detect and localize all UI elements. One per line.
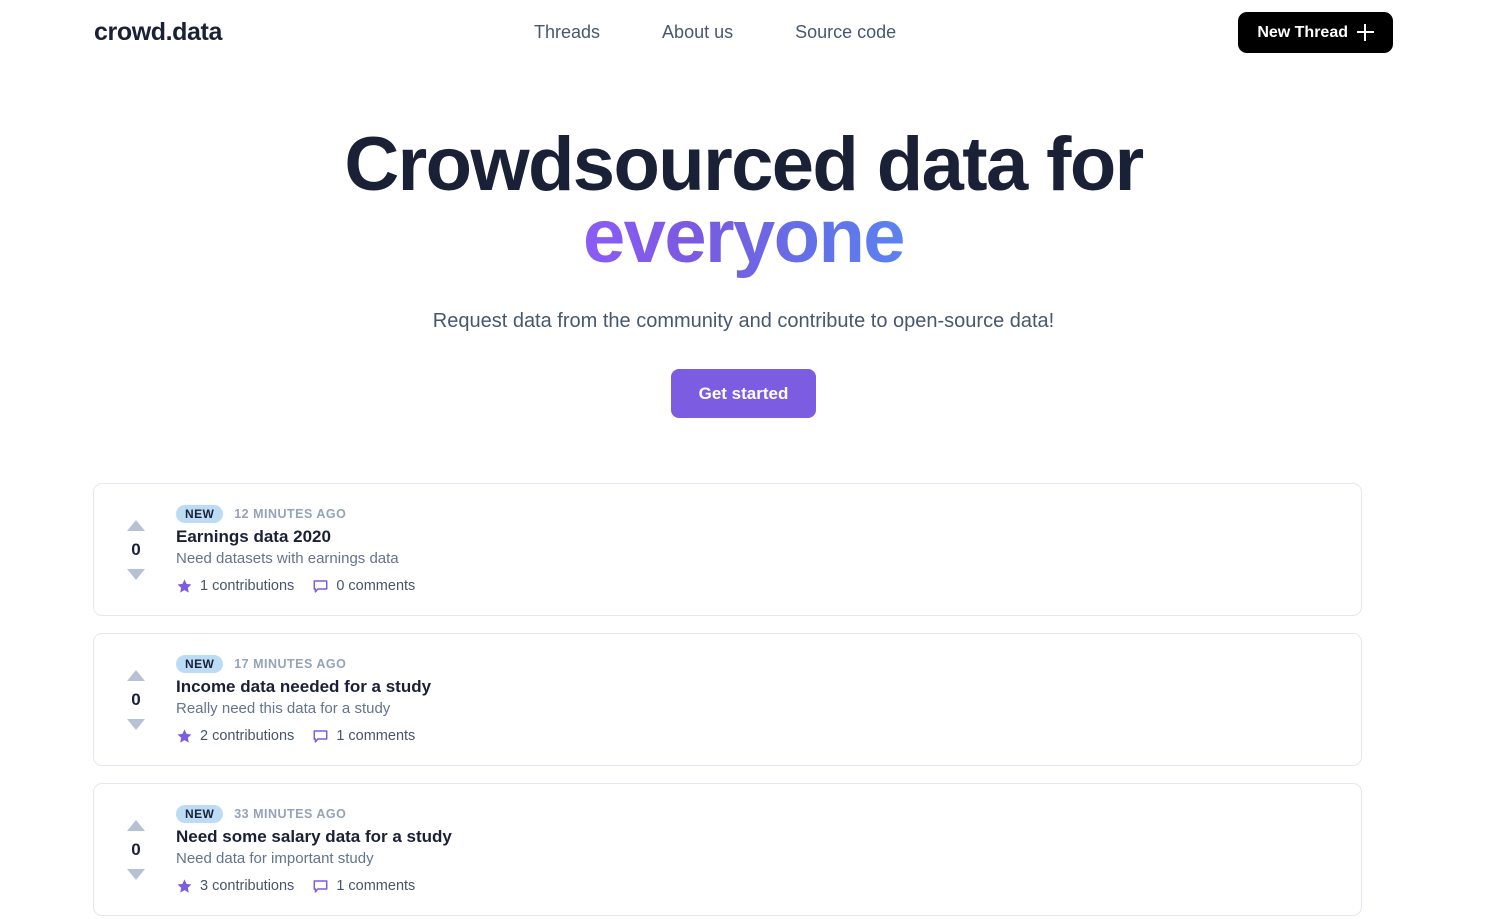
thread-title[interactable]: Need some salary data for a study xyxy=(176,827,1361,847)
plus-icon xyxy=(1357,24,1374,41)
new-thread-button[interactable]: New Thread xyxy=(1238,12,1393,53)
thread-timestamp: 17 MINUTES AGO xyxy=(234,656,347,671)
site-header: crowd.data Threads About us Source code … xyxy=(0,0,1487,65)
vote-column: 0 xyxy=(108,519,164,580)
get-started-button[interactable]: Get started xyxy=(670,369,817,418)
status-badge: NEW xyxy=(176,504,224,523)
downvote-arrow-icon[interactable] xyxy=(127,868,145,880)
main-navigation: Threads About us Source code xyxy=(534,0,896,65)
thread-stats-row: 1 contributions 0 comments xyxy=(176,578,1361,595)
contributions-label: 1 contributions xyxy=(200,578,295,594)
thread-card[interactable]: 0 NEW 12 MINUTES AGO Earnings data 2020 … xyxy=(93,483,1362,616)
comments-stat[interactable]: 1 comments xyxy=(312,878,415,895)
comment-bubble-icon xyxy=(312,878,329,895)
hero-subtitle: Request data from the community and cont… xyxy=(432,310,1055,332)
star-icon xyxy=(176,578,193,595)
contributions-stat[interactable]: 2 contributions xyxy=(176,728,294,745)
upvote-arrow-icon[interactable] xyxy=(127,669,145,681)
downvote-arrow-icon[interactable] xyxy=(127,568,145,580)
hero-section: Crowdsourced data for everyone Request d… xyxy=(0,65,1487,418)
thread-timestamp: 33 MINUTES AGO xyxy=(234,806,347,821)
comment-bubble-icon xyxy=(312,578,329,595)
contributions-label: 2 contributions xyxy=(200,728,295,744)
thread-title[interactable]: Earnings data 2020 xyxy=(176,527,1361,547)
downvote-arrow-icon[interactable] xyxy=(127,718,145,730)
vote-column: 0 xyxy=(108,669,164,730)
thread-timestamp: 12 MINUTES AGO xyxy=(234,506,347,521)
nav-item-threads[interactable]: Threads xyxy=(534,22,600,43)
new-thread-button-label: New Thread xyxy=(1257,23,1348,41)
nav-item-about-us[interactable]: About us xyxy=(662,22,733,43)
thread-meta-row: NEW 12 MINUTES AGO xyxy=(176,504,1361,523)
upvote-arrow-icon[interactable] xyxy=(127,519,145,531)
thread-stats-row: 2 contributions 1 comments xyxy=(176,728,1361,745)
comments-label: 0 comments xyxy=(336,578,416,594)
comment-bubble-icon xyxy=(312,728,329,745)
hero-title-accent: everyone xyxy=(583,194,906,279)
thread-stats-row: 3 contributions 1 comments xyxy=(176,878,1361,895)
contributions-stat[interactable]: 1 contributions xyxy=(176,578,294,595)
thread-card[interactable]: 0 NEW 33 MINUTES AGO Need some salary da… xyxy=(93,783,1362,916)
site-logo[interactable]: crowd.data xyxy=(94,18,222,47)
comments-label: 1 comments xyxy=(336,728,416,744)
thread-description: Really need this data for a study xyxy=(176,699,391,717)
thread-description: Need datasets with earnings data xyxy=(176,549,399,567)
thread-meta-row: NEW 17 MINUTES AGO xyxy=(176,654,1361,673)
contributions-stat[interactable]: 3 contributions xyxy=(176,878,294,895)
thread-body: NEW 12 MINUTES AGO Earnings data 2020 Ne… xyxy=(164,504,1361,595)
comments-label: 1 comments xyxy=(336,878,416,894)
status-badge: NEW xyxy=(176,654,224,673)
comments-stat[interactable]: 1 comments xyxy=(312,728,415,745)
star-icon xyxy=(176,878,193,895)
thread-meta-row: NEW 33 MINUTES AGO xyxy=(176,804,1361,823)
comments-stat[interactable]: 0 comments xyxy=(312,578,415,595)
contributions-label: 3 contributions xyxy=(200,878,295,894)
vote-count: 0 xyxy=(131,689,141,709)
thread-title[interactable]: Income data needed for a study xyxy=(176,677,1361,697)
vote-column: 0 xyxy=(108,819,164,880)
thread-card[interactable]: 0 NEW 17 MINUTES AGO Income data needed … xyxy=(93,633,1362,766)
thread-list: 0 NEW 12 MINUTES AGO Earnings data 2020 … xyxy=(0,483,1487,916)
status-badge: NEW xyxy=(176,804,224,823)
upvote-arrow-icon[interactable] xyxy=(127,819,145,831)
thread-description: Need data for important study xyxy=(176,849,374,867)
thread-body: NEW 17 MINUTES AGO Income data needed fo… xyxy=(164,654,1361,745)
hero-title: Crowdsourced data for everyone xyxy=(0,127,1487,275)
thread-body: NEW 33 MINUTES AGO Need some salary data… xyxy=(164,804,1361,895)
star-icon xyxy=(176,728,193,745)
nav-item-source-code[interactable]: Source code xyxy=(795,22,896,43)
vote-count: 0 xyxy=(131,839,141,859)
vote-count: 0 xyxy=(131,539,141,559)
